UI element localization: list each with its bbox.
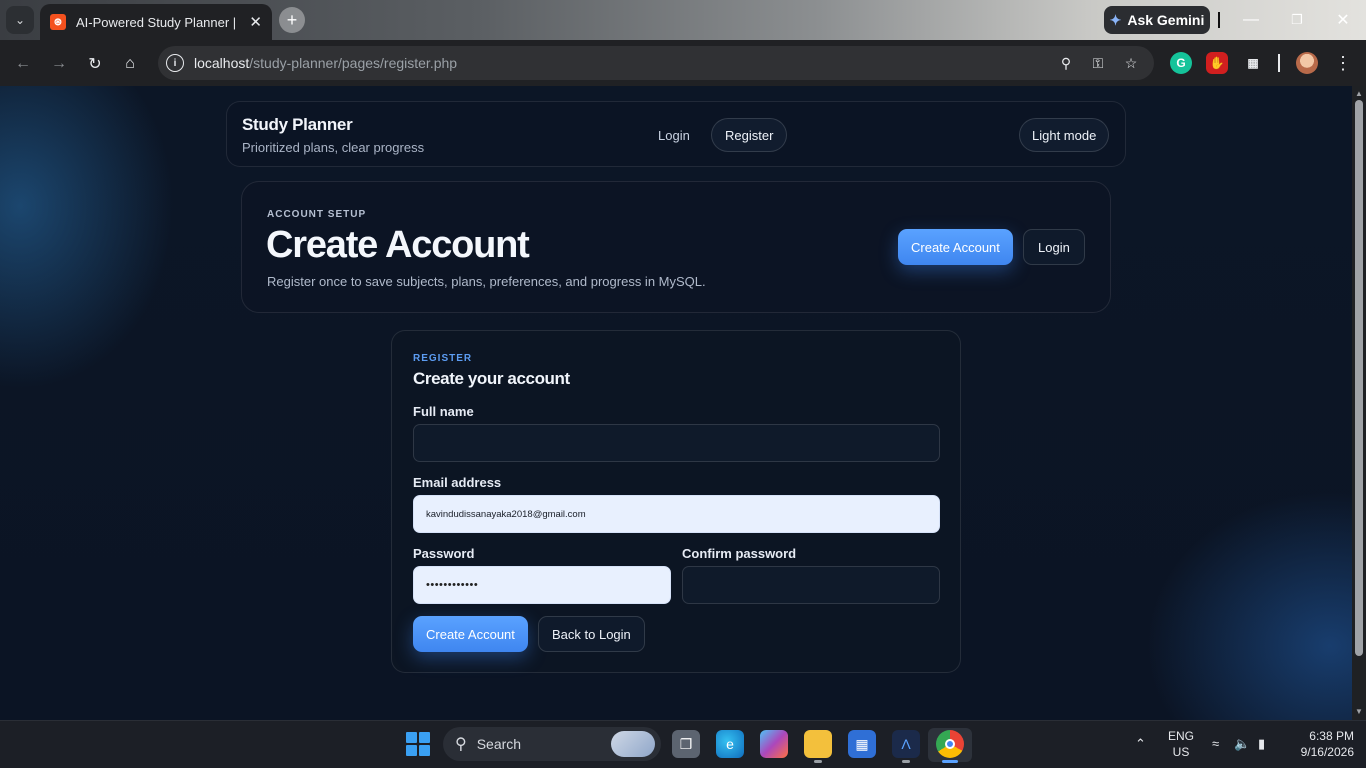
site-header: Study Planner Prioritized plans, clear p… bbox=[226, 101, 1126, 167]
password-input[interactable]: •••••••••••• bbox=[413, 566, 671, 604]
address-url[interactable]: localhost/study-planner/pages/register.p… bbox=[194, 55, 457, 71]
plus-icon: + bbox=[286, 9, 298, 30]
full-name-label: Full name bbox=[413, 404, 474, 419]
tab-search-button[interactable]: ⌄ bbox=[6, 6, 34, 34]
scroll-up-arrow-icon[interactable]: ▲ bbox=[1355, 90, 1363, 98]
copilot-icon[interactable] bbox=[760, 730, 788, 758]
theme-toggle-button[interactable]: Light mode bbox=[1019, 118, 1110, 152]
extensions-puzzle-icon[interactable]: ▦ bbox=[1242, 52, 1264, 74]
close-window-button[interactable]: ✕ bbox=[1328, 8, 1358, 32]
chrome-center-dot bbox=[945, 739, 955, 749]
browser-menu-icon[interactable]: ⋮ bbox=[1334, 52, 1352, 74]
nav-login-link[interactable]: Login bbox=[645, 118, 703, 152]
region-code: US bbox=[1172, 745, 1190, 759]
reload-icon: ↻ bbox=[88, 56, 102, 73]
register-card: REGISTER Create your account Full name E… bbox=[391, 330, 961, 673]
forward-button[interactable]: → bbox=[47, 52, 71, 76]
brand-title[interactable]: Study Planner bbox=[242, 115, 353, 135]
ask-gemini-button[interactable]: ✦ Ask Gemini bbox=[1104, 6, 1210, 34]
wifi-icon[interactable]: ≈ bbox=[1212, 736, 1219, 751]
email-input[interactable]: kavindudissanayaka2018@gmail.com bbox=[413, 495, 940, 533]
password-label: Password bbox=[413, 546, 475, 561]
minimize-icon: — bbox=[1243, 11, 1259, 28]
taskbar-search-box[interactable]: ⚲ Search bbox=[443, 727, 661, 761]
form-eyebrow: REGISTER bbox=[413, 353, 473, 364]
search-highlight-image bbox=[611, 731, 655, 757]
volume-icon[interactable]: 🔈 bbox=[1234, 736, 1250, 752]
profile-avatar[interactable] bbox=[1296, 52, 1318, 74]
code-editor-icon[interactable]: Λ bbox=[892, 730, 920, 758]
clock-date: 9/16/2026 bbox=[1300, 745, 1354, 759]
close-icon: ✕ bbox=[1336, 12, 1350, 29]
page-title: Create Account bbox=[266, 224, 530, 266]
gemini-sparkle-icon: ✦ bbox=[1109, 11, 1122, 28]
start-button[interactable] bbox=[404, 730, 432, 758]
page-viewport: Study Planner Prioritized plans, clear p… bbox=[0, 86, 1352, 720]
chrome-running-indicator bbox=[942, 760, 958, 763]
back-to-login-button[interactable]: Back to Login bbox=[538, 616, 645, 652]
windows-logo-icon bbox=[406, 732, 430, 756]
minimize-window-button[interactable]: — bbox=[1236, 8, 1266, 32]
language-code: ENG bbox=[1167, 729, 1194, 743]
site-info-icon[interactable]: i bbox=[166, 54, 184, 72]
code-editor-running-indicator bbox=[902, 760, 910, 763]
home-icon: ⌂ bbox=[125, 55, 135, 72]
show-hidden-icons-chevron-icon[interactable]: ⌃ bbox=[1135, 736, 1146, 752]
zoom-icon[interactable]: ⚲ bbox=[1056, 53, 1076, 73]
language-indicator[interactable]: ENG US bbox=[1166, 728, 1196, 760]
task-view-icon[interactable]: ❐ bbox=[672, 730, 700, 758]
nav-register-link[interactable]: Register bbox=[711, 118, 788, 152]
url-host: localhost bbox=[194, 55, 250, 71]
home-button[interactable]: ⌂ bbox=[118, 52, 142, 76]
hero-eyebrow: ACCOUNT SETUP bbox=[267, 209, 367, 220]
browser-tab-active[interactable]: ⊛ AI-Powered Study Planner | Reg ✕ bbox=[40, 4, 272, 40]
hero-panel: ACCOUNT SETUP Create Account Register on… bbox=[241, 181, 1111, 313]
blocker-extension-icon[interactable]: ✋ bbox=[1206, 52, 1228, 74]
edge-browser-icon[interactable]: e bbox=[716, 730, 744, 758]
reload-button[interactable]: ↻ bbox=[83, 52, 107, 76]
bookmark-star-icon[interactable]: ☆ bbox=[1121, 53, 1141, 73]
form-title: Create your account bbox=[413, 369, 570, 388]
search-icon: ⚲ bbox=[455, 736, 467, 753]
scroll-down-arrow-icon[interactable]: ▼ bbox=[1355, 708, 1363, 716]
toolbar-divider bbox=[1278, 54, 1280, 72]
password-key-icon[interactable]: ⚿ bbox=[1088, 53, 1108, 73]
ask-gemini-label: Ask Gemini bbox=[1127, 12, 1205, 28]
url-path: /study-planner/pages/register.php bbox=[249, 55, 458, 71]
confirm-password-input[interactable] bbox=[682, 566, 940, 604]
hero-login-button[interactable]: Login bbox=[1023, 229, 1085, 265]
restore-icon: ❐ bbox=[1291, 12, 1303, 27]
tab-title: AI-Powered Study Planner | Reg bbox=[76, 14, 239, 30]
page-scrollbar[interactable]: ▲ ▼ bbox=[1352, 86, 1366, 720]
create-account-submit-button[interactable]: Create Account bbox=[413, 616, 528, 652]
microsoft-store-icon[interactable]: ▦ bbox=[848, 730, 876, 758]
taskbar-search-label: Search bbox=[476, 736, 522, 752]
email-label: Email address bbox=[413, 475, 502, 490]
file-explorer-icon[interactable] bbox=[804, 730, 832, 758]
arrow-left-icon: ← bbox=[15, 55, 31, 72]
grammarly-extension-icon[interactable]: G bbox=[1170, 52, 1192, 74]
confirm-password-label: Confirm password bbox=[682, 546, 797, 561]
titlebar-divider bbox=[1218, 12, 1220, 28]
hero-description: Register once to save subjects, plans, p… bbox=[267, 274, 706, 289]
battery-icon[interactable]: ▮ bbox=[1258, 736, 1265, 752]
new-tab-button[interactable]: + bbox=[279, 7, 305, 33]
hero-create-account-button[interactable]: Create Account bbox=[898, 229, 1013, 265]
clock-time: 6:38 PM bbox=[1309, 729, 1354, 743]
brand-subtitle: Prioritized plans, clear progress bbox=[242, 140, 425, 155]
maximize-window-button[interactable]: ❐ bbox=[1282, 8, 1312, 32]
password-value: •••••••••••• bbox=[426, 579, 479, 591]
back-button[interactable]: ← bbox=[11, 52, 35, 76]
file-explorer-running-indicator bbox=[814, 760, 822, 763]
full-name-input[interactable] bbox=[413, 424, 940, 462]
xampp-favicon-icon: ⊛ bbox=[50, 14, 66, 30]
clock[interactable]: 6:38 PM 9/16/2026 bbox=[1286, 728, 1354, 760]
chrome-browser-icon[interactable] bbox=[936, 730, 964, 758]
close-tab-icon[interactable]: ✕ bbox=[249, 13, 262, 31]
chevron-down-icon: ⌄ bbox=[14, 13, 26, 27]
arrow-right-icon: → bbox=[51, 55, 67, 72]
scrollbar-thumb[interactable] bbox=[1355, 100, 1363, 656]
